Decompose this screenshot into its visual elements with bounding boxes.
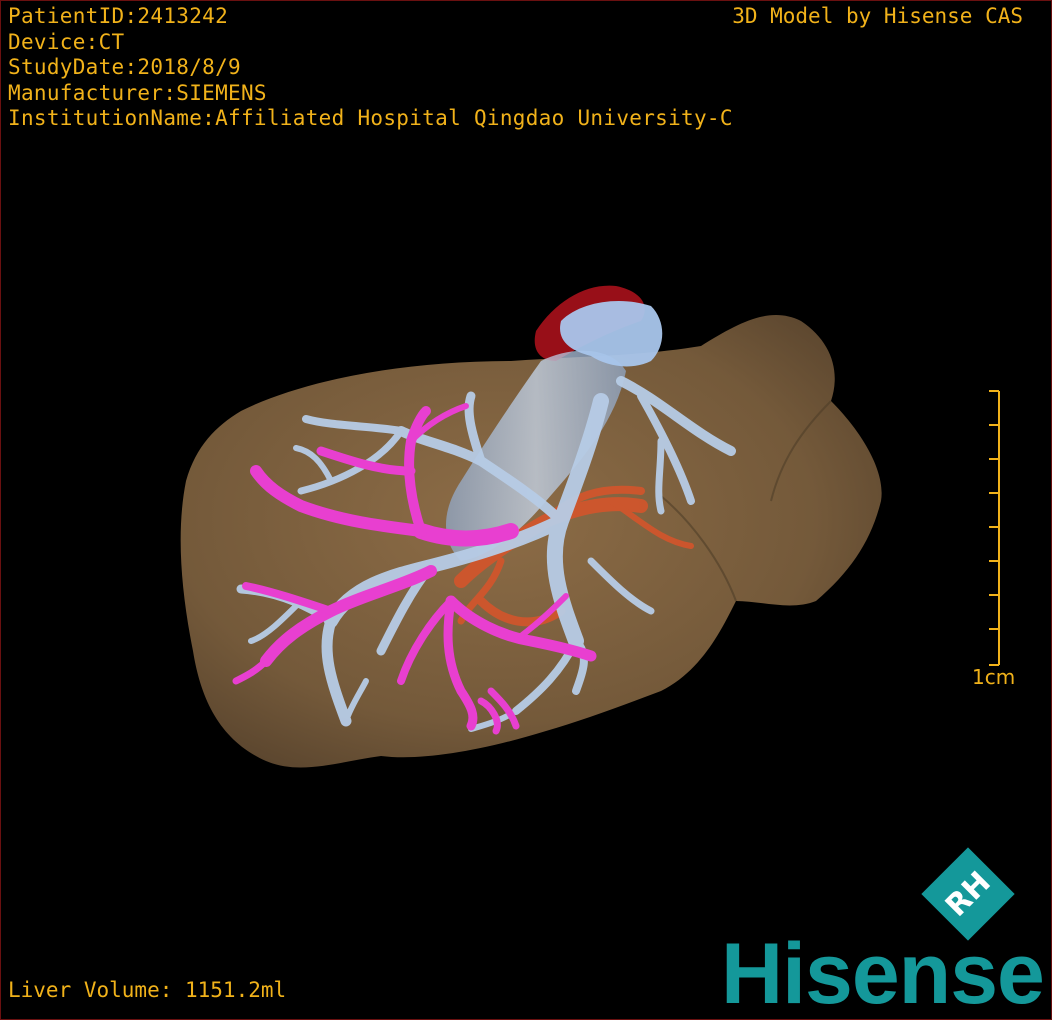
device: Device:CT [8,29,125,54]
scale-label: 1cm [972,665,1016,689]
institution-name: InstitutionName:Affiliated Hospital Qing… [8,106,733,130]
3d-viewport[interactable]: PatientID:2413242 Device:CT StudyDate:20… [0,0,1052,1020]
liver-volume: Liver Volume: 1151.2ml [8,978,287,1002]
study-date: StudyDate:2018/8/9 [8,55,241,79]
scale-bar [989,390,1000,666]
model-credit: 3D Model by Hisense CAS [732,4,1023,28]
liver-3d-model[interactable] [1,1,1051,1019]
brand-logo: Hisense [721,926,1045,1020]
study-info: PatientID:2413242 Device:CT StudyDate:20… [8,4,733,132]
manufacturer: Manufacturer:SIEMENS [8,80,267,105]
patient-id: PatientID:2413242 [8,4,229,28]
